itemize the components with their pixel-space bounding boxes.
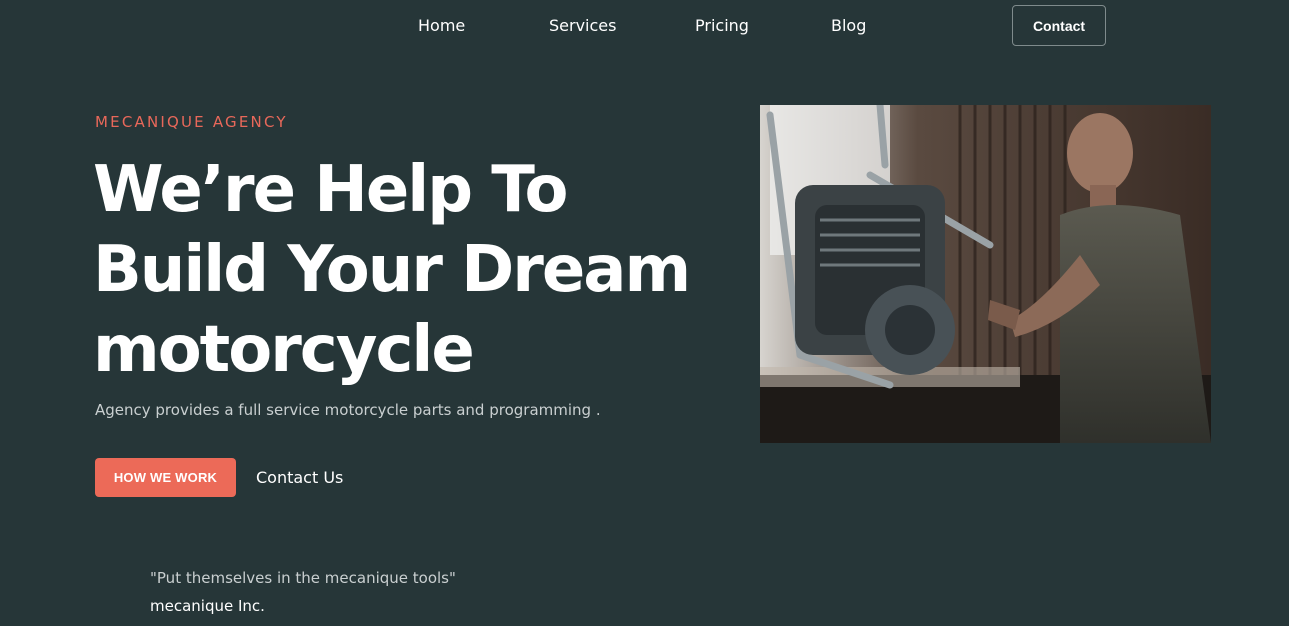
hero-eyebrow: MECANIQUE AGENCY bbox=[95, 113, 288, 131]
top-nav: Home Services Pricing Blog Contact bbox=[0, 0, 1289, 52]
nav-item-home[interactable]: Home bbox=[418, 16, 465, 36]
nav-item-services[interactable]: Services bbox=[549, 16, 616, 36]
testimonial-author: mecanique Inc. bbox=[150, 597, 265, 615]
mechanic-photo bbox=[760, 105, 1211, 443]
hero-subtitle: Agency provides a full service motorcycl… bbox=[95, 401, 601, 419]
nav-item-blog[interactable]: Blog bbox=[831, 16, 866, 36]
hero-headline: We’re Help To Build Your Dream motorcycl… bbox=[93, 153, 691, 387]
nav-contact-button[interactable]: Contact bbox=[1012, 5, 1106, 46]
contact-us-link[interactable]: Contact Us bbox=[256, 468, 343, 488]
nav-item-pricing[interactable]: Pricing bbox=[695, 16, 749, 36]
testimonial-quote: "Put themselves in the mecanique tools" bbox=[150, 569, 456, 587]
how-we-work-button[interactable]: HOW WE WORK bbox=[95, 458, 236, 497]
page: Home Services Pricing Blog Contact MECAN… bbox=[0, 0, 1289, 626]
